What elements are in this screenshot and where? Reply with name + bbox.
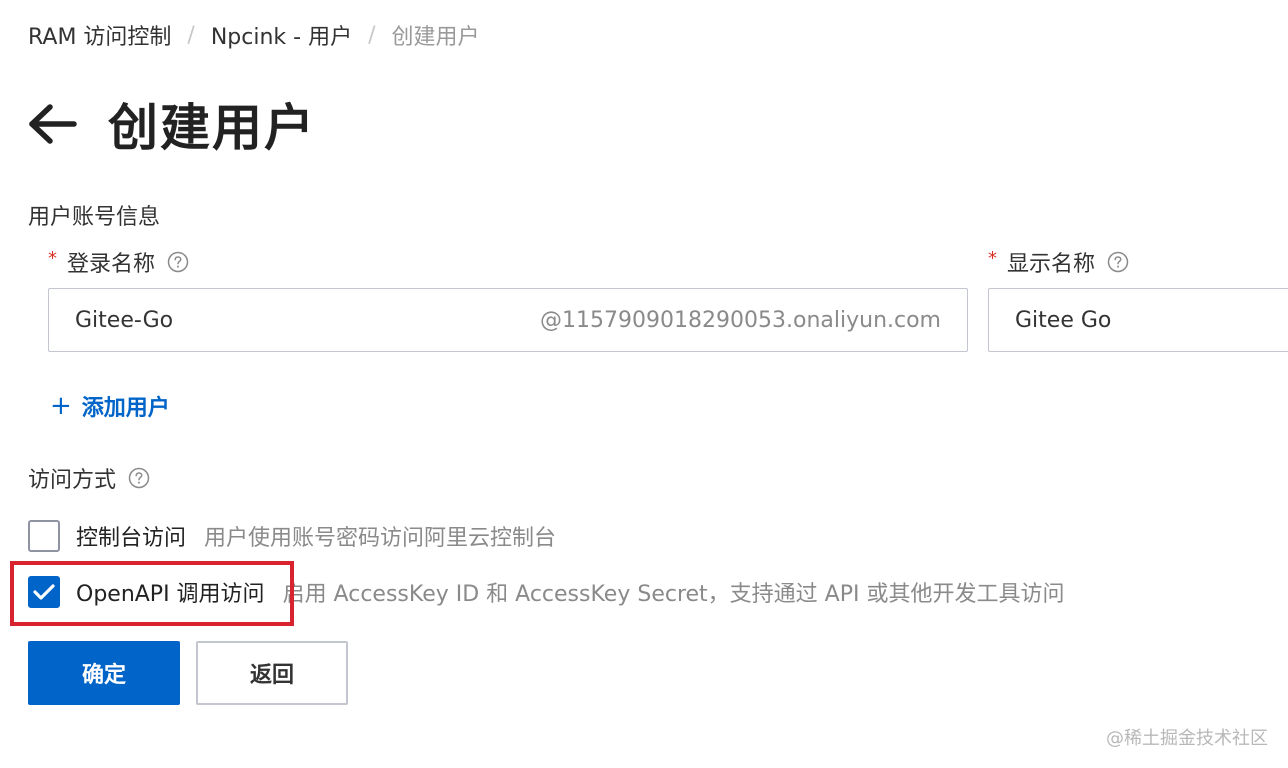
- access-section-label-text: 访问方式: [28, 468, 117, 493]
- required-mark: *: [988, 247, 997, 269]
- title-row: 创建用户: [26, 88, 316, 160]
- breadcrumb-current: 创建用户: [391, 25, 480, 50]
- access-section-label: 访问方式: [28, 462, 150, 494]
- breadcrumb-separator: /: [368, 22, 376, 48]
- console-access-checkbox[interactable]: [28, 520, 60, 552]
- login-name-label-text: 登录名称: [67, 252, 156, 277]
- display-name-input[interactable]: Gitee Go: [988, 288, 1288, 352]
- watermark: @稀土掘金技术社区: [1106, 728, 1268, 749]
- login-name-input[interactable]: Gitee-Go @1157909018290053.onaliyun.com: [48, 288, 968, 352]
- breadcrumb-separator: /: [187, 22, 195, 48]
- breadcrumb: RAM 访问控制 / Npcink - 用户 / 创建用户: [28, 19, 480, 51]
- login-name-label: * 登录名称: [48, 246, 189, 278]
- display-name-label: * 显示名称: [988, 246, 1129, 278]
- add-user-button[interactable]: + 添加用户: [50, 388, 170, 424]
- console-access-description: 用户使用账号密码访问阿里云控制台: [204, 526, 557, 551]
- access-option-console: 控制台访问 用户使用账号密码访问阿里云控制台: [28, 516, 556, 556]
- login-name-value[interactable]: Gitee-Go: [75, 308, 540, 333]
- plus-icon: +: [50, 391, 72, 421]
- arrow-left-icon[interactable]: [26, 99, 82, 149]
- breadcrumb-ram[interactable]: RAM 访问控制: [28, 19, 171, 51]
- help-icon[interactable]: [128, 467, 150, 489]
- login-name-domain-suffix: @1157909018290053.onaliyun.com: [540, 307, 941, 333]
- add-user-label: 添加用户: [81, 396, 170, 421]
- openapi-access-description: 启用 AccessKey ID 和 AccessKey Secret，支持通过 …: [282, 582, 1065, 607]
- confirm-button[interactable]: 确定: [28, 641, 180, 705]
- console-access-label[interactable]: 控制台访问: [76, 520, 186, 552]
- page-title: 创建用户: [108, 99, 316, 157]
- breadcrumb-users[interactable]: Npcink - 用户: [211, 19, 352, 51]
- help-icon[interactable]: [1107, 251, 1129, 273]
- user-info-section-label: 用户账号信息: [28, 205, 161, 230]
- display-name-label-text: 显示名称: [1007, 252, 1096, 277]
- display-name-value[interactable]: Gitee Go: [1015, 308, 1281, 333]
- highlight-box: [10, 561, 294, 626]
- back-button[interactable]: 返回: [196, 641, 348, 705]
- required-mark: *: [48, 247, 57, 269]
- help-icon[interactable]: [167, 251, 189, 273]
